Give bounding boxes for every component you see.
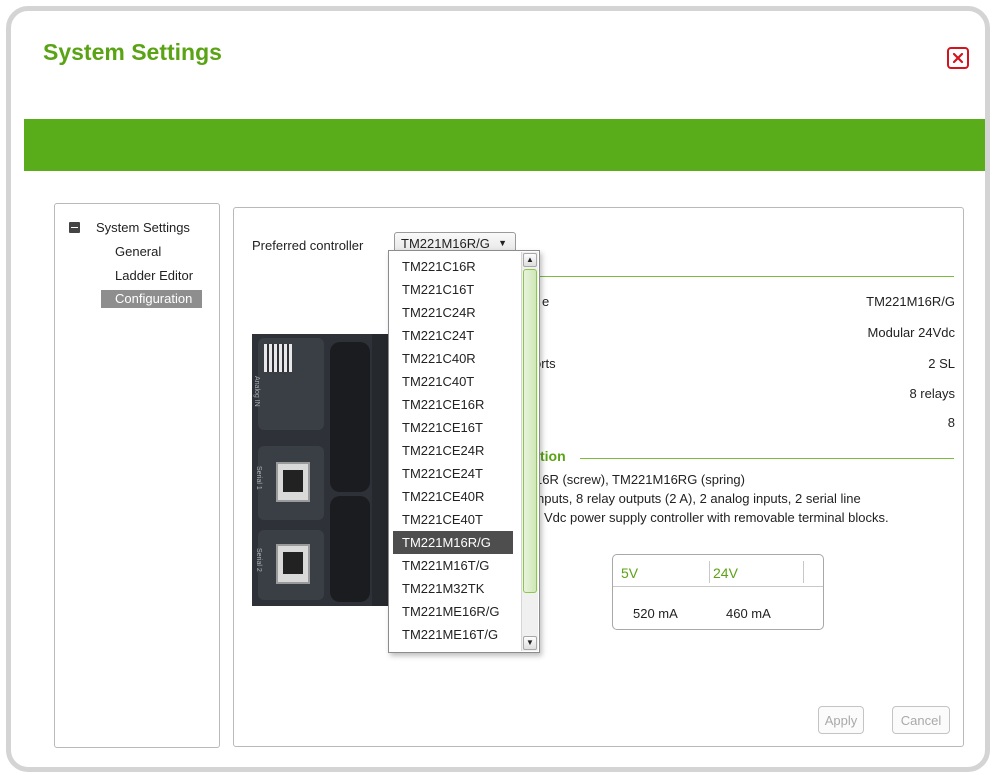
scroll-up-icon[interactable]: ▲ xyxy=(523,253,537,267)
controller-image: Analog IN Serial 1 Serial 2 xyxy=(252,334,392,606)
description-section-title: tion xyxy=(540,448,566,464)
dropdown-option[interactable]: TM221M32TK xyxy=(389,577,513,600)
property-value-serial-ports: 2 SL xyxy=(928,356,955,371)
dropdown-option[interactable]: TM221ME16R/G xyxy=(389,600,513,623)
controller-dropdown-list[interactable]: TM221C16R TM221C16T TM221C24R TM221C24T … xyxy=(388,250,540,653)
cancel-button[interactable]: Cancel xyxy=(892,706,950,734)
chevron-down-icon: ▼ xyxy=(498,238,507,248)
dropdown-option[interactable]: TM221M16T/G xyxy=(389,554,513,577)
power-value-5v: 520 mA xyxy=(633,606,678,621)
collapse-icon[interactable] xyxy=(69,222,80,233)
property-value-outputs: 8 relays xyxy=(909,386,955,401)
dropdown-option[interactable]: TM221CE16T xyxy=(389,416,513,439)
rj45-port-icon xyxy=(276,544,310,584)
apply-button[interactable]: Apply xyxy=(818,706,864,734)
dropdown-option-selected[interactable]: TM221M16R/G xyxy=(393,531,513,554)
rj45-port-icon xyxy=(276,462,310,502)
power-header-24v: 24V xyxy=(713,565,738,581)
dropdown-option[interactable]: TM221C40T xyxy=(389,370,513,393)
dropdown-scrollbar[interactable]: ▲ ▼ xyxy=(521,252,538,651)
header-divider xyxy=(613,586,823,587)
scroll-thumb[interactable] xyxy=(523,269,537,593)
tree-root[interactable]: System Settings xyxy=(69,220,190,235)
scroll-down-icon[interactable]: ▼ xyxy=(523,636,537,650)
description-line: 16R (screw), TM221M16RG (spring) xyxy=(535,472,745,487)
tree-root-label: System Settings xyxy=(96,220,190,235)
serial-1-label: Serial 1 xyxy=(255,466,262,490)
dropdown-option[interactable]: TM221C16T xyxy=(389,278,513,301)
qr-code-icon xyxy=(264,344,292,372)
dropdown-option[interactable]: TM221C24T xyxy=(389,324,513,347)
section-divider-description xyxy=(580,458,954,459)
close-button[interactable] xyxy=(947,47,969,69)
column-divider xyxy=(803,561,804,583)
section-divider-top xyxy=(534,276,954,277)
property-value-inputs: 8 xyxy=(947,415,955,430)
property-value-reference: TM221M16R/G xyxy=(866,294,955,309)
description-line: Vdc power supply controller with removab… xyxy=(544,510,889,525)
dropdown-option[interactable]: TM221C40R xyxy=(389,347,513,370)
configuration-panel: Preferred controller TM221M16R/G ▼ e TM2… xyxy=(233,207,964,747)
dropdown-option[interactable]: TM221C16R xyxy=(389,255,513,278)
power-value-24v: 460 mA xyxy=(726,606,771,621)
close-icon xyxy=(952,52,964,64)
dropdown-option[interactable]: TM221ME16T/G xyxy=(389,623,513,646)
power-consumption-table: 5V 24V 520 mA 460 mA xyxy=(612,554,824,630)
dropdown-option[interactable]: TM221CE16R xyxy=(389,393,513,416)
terminal-block-bottom xyxy=(330,496,370,602)
dialog-title: System Settings xyxy=(43,39,222,65)
tree-item-ladder-editor[interactable]: Ladder Editor xyxy=(115,268,193,283)
property-label: e xyxy=(542,294,550,309)
property-value-type: Modular 24Vdc xyxy=(867,325,955,340)
power-header-5v: 5V xyxy=(621,565,639,581)
terminal-block-top xyxy=(330,342,370,492)
tree-item-general[interactable]: General xyxy=(115,244,161,259)
tree-item-configuration[interactable]: Configuration xyxy=(101,290,203,308)
dropdown-option[interactable]: TM221CE40T xyxy=(389,508,513,531)
serial-2-label: Serial 2 xyxy=(255,548,262,572)
analog-label: Analog IN xyxy=(253,376,260,407)
header-band xyxy=(24,119,985,171)
dropdown-option[interactable]: TM221C24R xyxy=(389,301,513,324)
dropdown-option[interactable]: TM221CE24R xyxy=(389,439,513,462)
description-line: nputs, 8 relay outputs (2 A), 2 analog i… xyxy=(537,491,861,506)
preferred-controller-label: Preferred controller xyxy=(252,238,364,253)
preferred-controller-value: TM221M16R/G xyxy=(401,236,490,251)
dropdown-option[interactable]: TM221CE24T xyxy=(389,462,513,485)
settings-tree: System Settings General Ladder Editor Co… xyxy=(54,203,220,748)
column-divider xyxy=(709,561,710,583)
dropdown-option[interactable]: TM221CE40R xyxy=(389,485,513,508)
